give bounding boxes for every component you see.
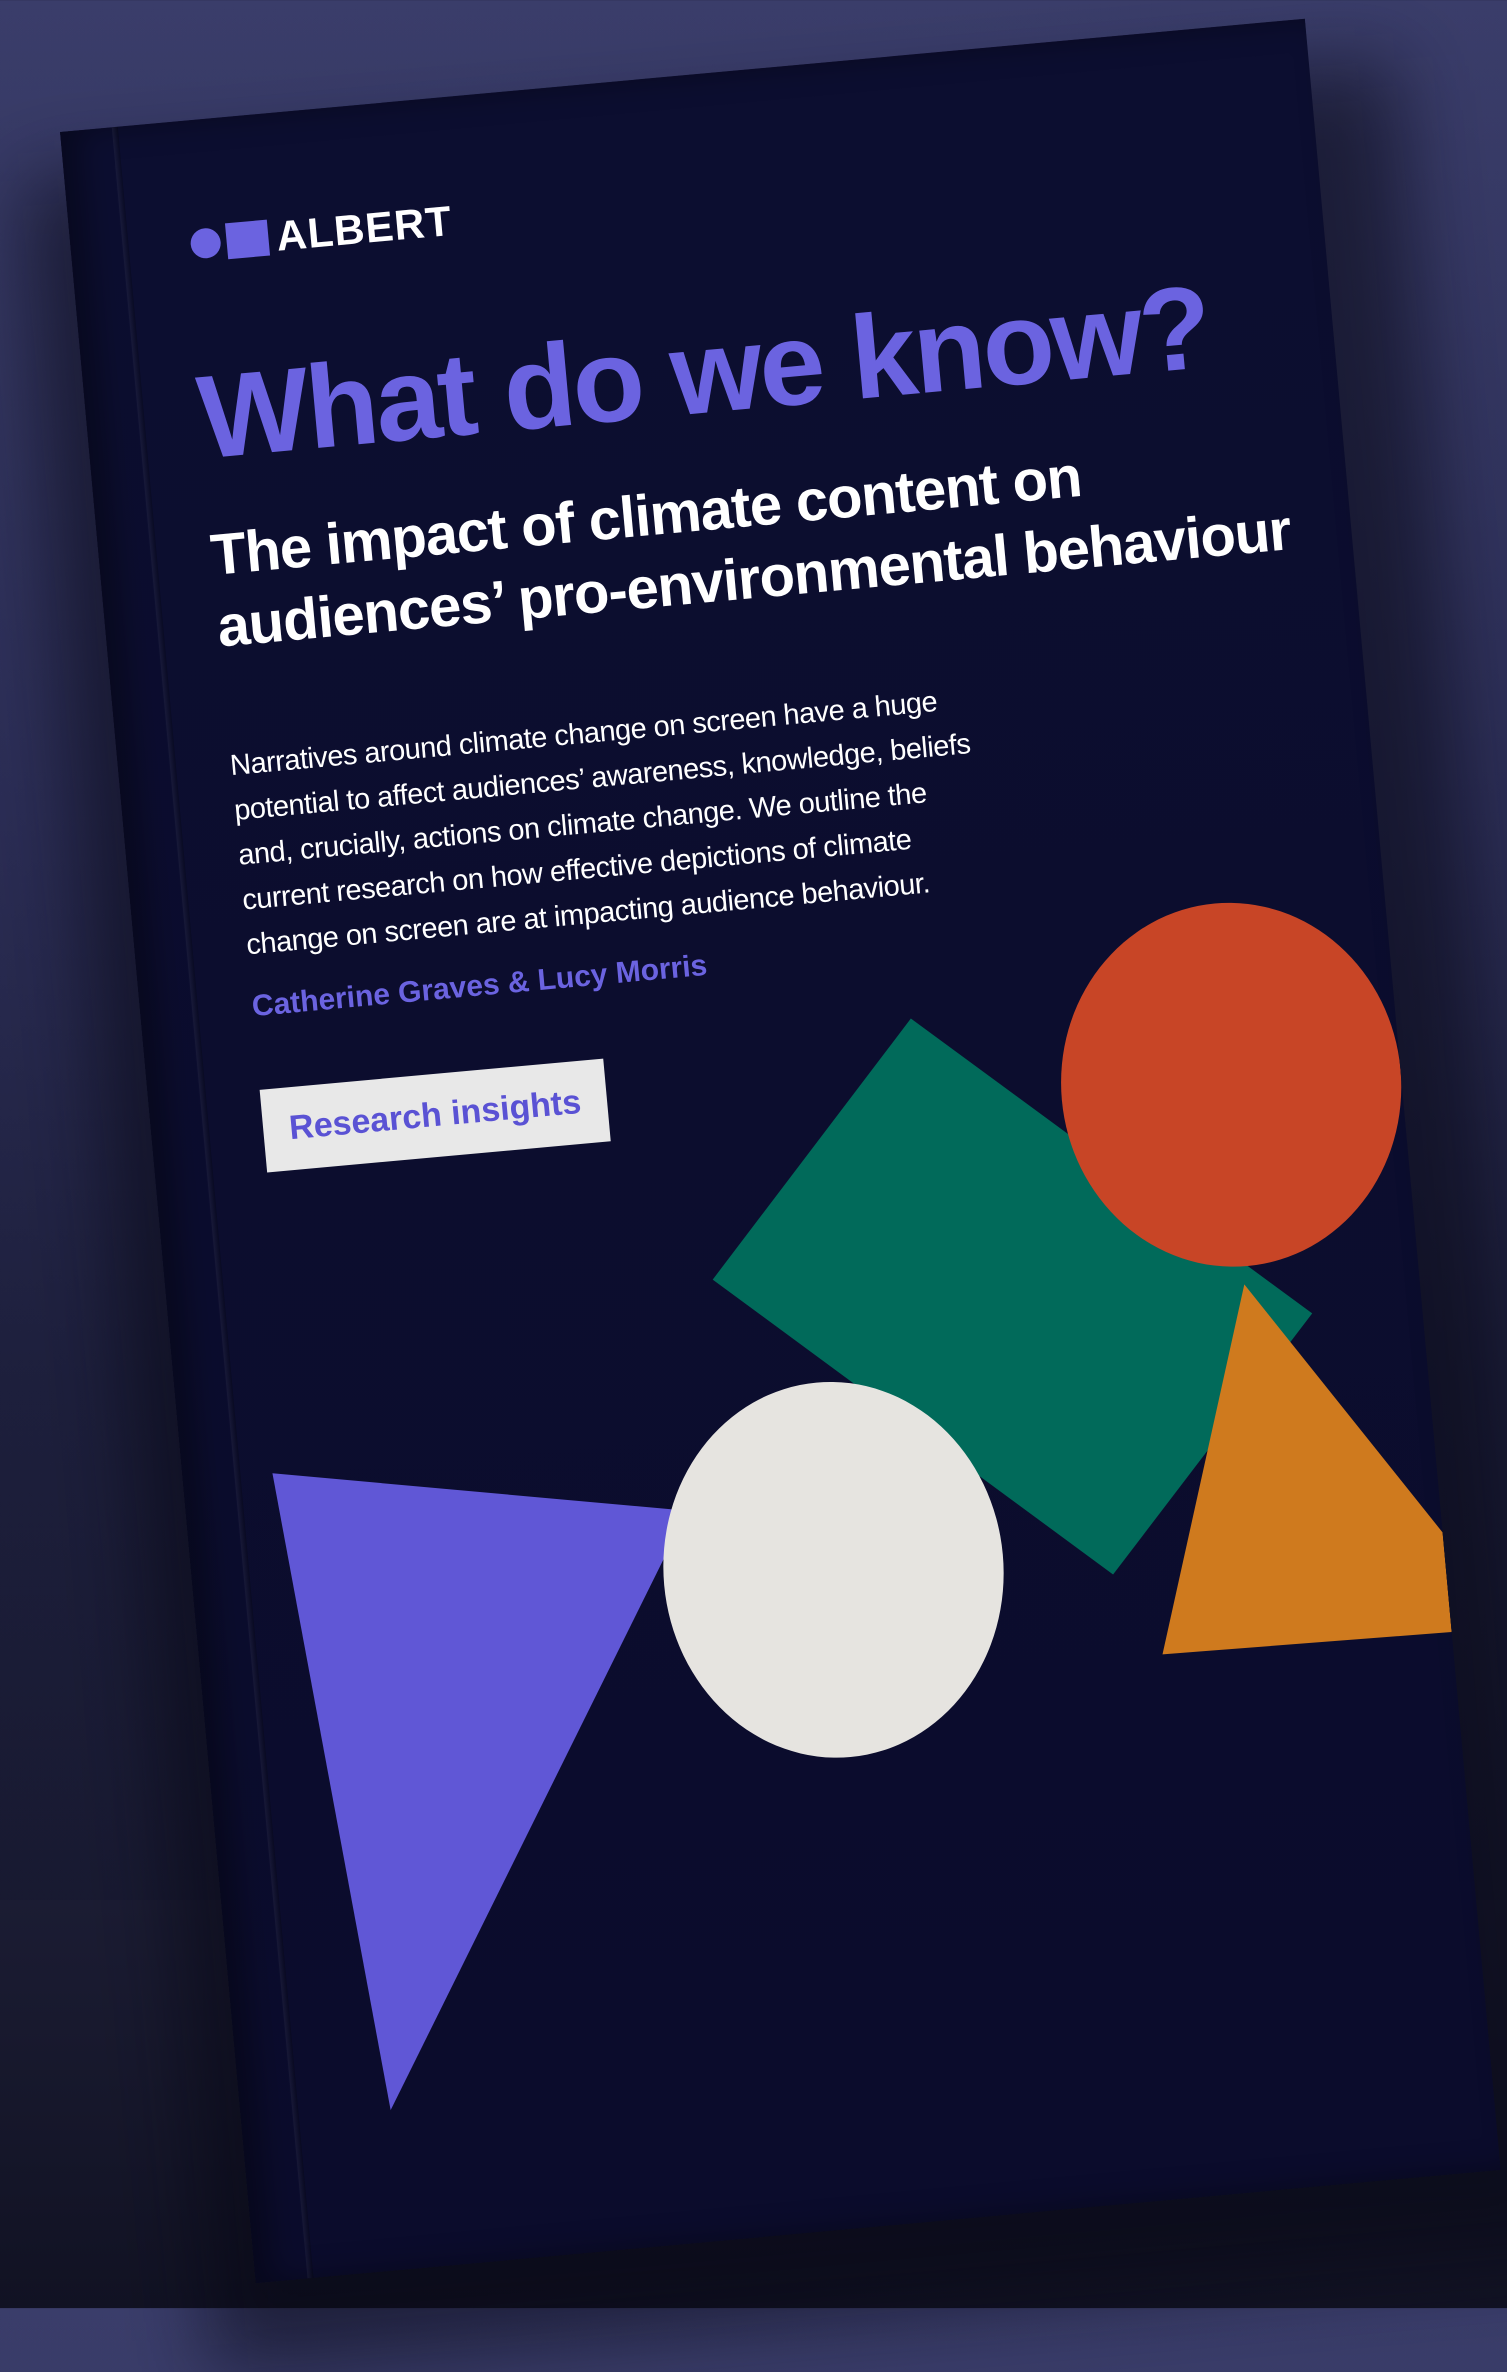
decorative-shapes (272, 902, 1452, 2111)
report-cover: ALBERT What do we know? The impact of cl… (60, 18, 1501, 2284)
